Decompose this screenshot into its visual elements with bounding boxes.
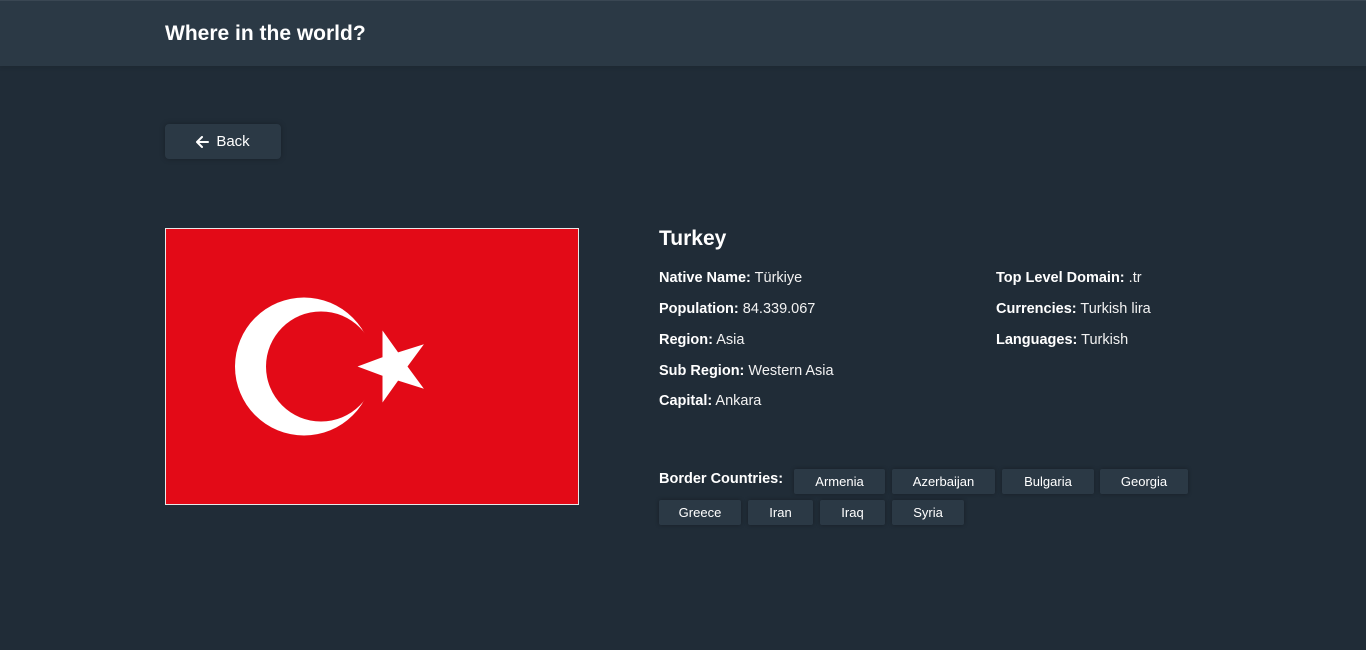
border-country-syria[interactable]: Syria: [892, 500, 964, 525]
app-title: Where in the world?: [165, 22, 366, 45]
detail-value: Ankara: [715, 393, 762, 409]
back-button[interactable]: Back: [165, 124, 281, 159]
border-countries-label: Border Countries:: [659, 471, 784, 487]
detail-value: Türkiye: [754, 270, 803, 286]
detail-label: Population:: [659, 301, 739, 317]
detail-label: Region:: [659, 332, 713, 348]
detail-population: Population: 84.339.067: [659, 299, 815, 319]
detail-value: .tr: [1128, 270, 1142, 286]
detail-label: Capital:: [659, 393, 713, 409]
detail-region: Region: Asia: [659, 330, 744, 350]
border-country-georgia[interactable]: Georgia: [1100, 469, 1188, 494]
detail-value: Turkish: [1081, 332, 1129, 348]
detail-label: Top Level Domain:: [996, 270, 1125, 286]
detail-label: Currencies:: [996, 301, 1077, 317]
country-name: Turkey: [659, 227, 727, 250]
detail-capital: Capital: Ankara: [659, 391, 761, 411]
detail-native-name: Native Name: Türkiye: [659, 268, 802, 288]
border-country-armenia[interactable]: Armenia: [794, 469, 885, 494]
app-header: Where in the world?: [0, 0, 1366, 66]
detail-currencies: Currencies: Turkish lira: [996, 299, 1151, 319]
border-country-bulgaria[interactable]: Bulgaria: [1002, 469, 1094, 494]
detail-label: Languages:: [996, 332, 1078, 348]
flag-of-turkey-icon: [166, 229, 578, 504]
arrow-left-icon: [196, 135, 210, 148]
border-country-azerbaijan[interactable]: Azerbaijan: [892, 469, 995, 494]
detail-sub-region: Sub Region: Western Asia: [659, 361, 834, 381]
detail-value: Western Asia: [748, 363, 834, 379]
back-button-label: Back: [216, 133, 250, 150]
border-country-greece[interactable]: Greece: [659, 500, 741, 525]
border-country-iraq[interactable]: Iraq: [820, 500, 885, 525]
country-flag-image: [165, 228, 579, 505]
detail-value: Turkish lira: [1080, 301, 1151, 317]
detail-languages: Languages: Turkish: [996, 330, 1128, 350]
detail-value: 84.339.067: [742, 301, 816, 317]
detail-label: Native Name:: [659, 270, 751, 286]
border-country-iran[interactable]: Iran: [748, 500, 813, 525]
detail-label: Sub Region:: [659, 363, 745, 379]
detail-value: Asia: [716, 332, 745, 348]
detail-top-level-domain: Top Level Domain: .tr: [996, 268, 1142, 288]
